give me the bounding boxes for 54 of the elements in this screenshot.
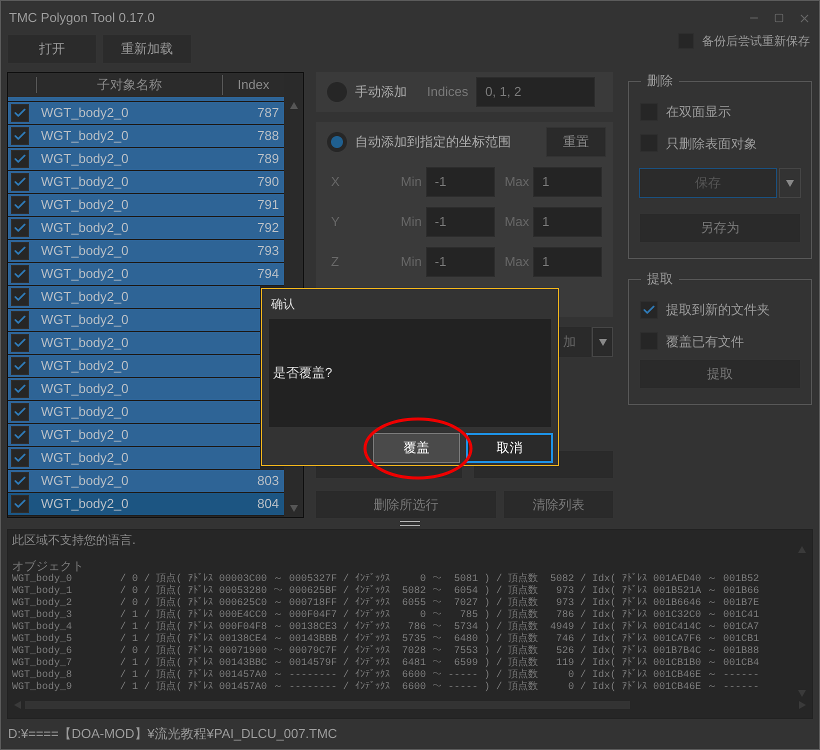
table-cell-text: WGT_body2_0 [41,173,128,192]
table-cell-text: WGT_body2_0 [41,495,128,514]
table-cell-text: 790 [257,173,279,192]
table-cell-text: WGT_body2_0 [41,311,128,330]
table-cell-text: 793 [257,242,279,260]
table-cell-text: 788 [257,127,279,146]
checkbox-label: 覆盖已有文件 [666,332,744,350]
group-title: 删除 [641,73,679,89]
table-cell-text: WGT_body2_0 [41,150,128,168]
table-cell-text: WGT_body2_0 [41,288,128,306]
radio-label: 自动添加到指定的坐标范围 [355,133,511,152]
table-cell-text: 804 [257,495,279,514]
log-line: WGT_body_4 / 1 / 頂点( ｱﾄﾞﾚｽ 000F04F8 ～ 00138CE3 / ｲﾝﾃﾞｯｸｽ 786 ～ 5734 ) / 頂点数 4949 / Idx( ｱﾄﾞﾚｽ 001C414C ～ 001CA7 [12,622,760,633]
dialog-title: 确认 [271,296,295,313]
checkbox-label: 备份后尝试重新保存 [702,33,810,50]
checkbox-label: 只删除表面对象 [666,134,757,152]
log-line: WGT_body_9 / 1 / 頂点( ｱﾄﾞﾚｽ 001457A0 ～ -------- / ｲﾝﾃﾞｯｸｽ 6600 ～ ----- ) / 頂点数 0 / Idx( ｱﾄﾞﾚｽ 001CB46E ～ ------ [12,682,760,694]
checkbox-label: 在双面显示 [666,103,731,121]
table-cell-text: 787 [257,104,279,122]
table-cell-text: WGT_body2_0 [41,127,128,146]
table-cell-text: 792 [257,219,279,238]
window-title: TMC Polygon Tool 0.17.0 [9,9,155,28]
table-cell-text: 791 [257,196,279,214]
table-cell-text: WGT_body2_0 [41,334,128,352]
table-cell-text: WGT_body2_0 [41,449,128,468]
table-cell-text: WGT_body2_0 [41,426,128,444]
log-line: WGT_body_0 / 0 / 頂点( ｱﾄﾞﾚｽ 00003C00 ～ 0005327F / ｲﾝﾃﾞｯｸｽ 0 ～ 5081 ) / 頂点数 5082 / Idx( ｱﾄﾞﾚｽ 001AED40 ～ 001B52 [12,574,760,585]
table-cell-text: 803 [257,472,279,490]
table-cell-text: WGT_body2_0 [41,380,128,398]
log-line: WGT_body_5 / 1 / 頂点( ｱﾄﾞﾚｽ 00138CE4 ～ 00143BBB / ｲﾝﾃﾞｯｸｽ 5735 ～ 6480 ) / 頂点数 746 / Idx( ｱﾄﾞﾚｽ 001CA7F6 ～ 001CB1 [12,634,760,645]
log-line: WGT_body_1 / 0 / 頂点( ｱﾄﾞﾚｽ 00053280 ～ 000625BF / ｲﾝﾃﾞｯｸｽ 5082 ～ 6054 ) / 頂点数 973 / Idx( ｱﾄﾞﾚｽ 001B521A ～ 001B66 [12,586,760,597]
status-text: D:¥====【DOA-MOD】¥流光教程¥PAI_DLCU_007.TMC [8,725,338,744]
log-line: WGT_body_7 / 1 / 頂点( ｱﾄﾞﾚｽ 00143BBC ～ 0014579F / ｲﾝﾃﾞｯｸｽ 6481 ～ 6599 ) / 頂点数 119 / Idx( ｱﾄﾞﾚｽ 001CB1B0 ～ 001CB4 [12,658,760,669]
dialog-message: 是否覆盖? [273,364,332,382]
checkbox-label: 提取到新的文件夹 [666,301,770,319]
log-line: WGT_body_3 / 1 / 頂点( ｱﾄﾞﾚｽ 000E4CC0 ～ 000F04F7 / ｲﾝﾃﾞｯｸｽ 0 ～ 785 ) / 頂点数 786 / Idx( ｱﾄﾞﾚｽ 001C32C0 ～ 001C41 [12,610,760,621]
table-cell-text: WGT_body2_0 [41,403,128,422]
table-cell-text: 794 [257,265,279,284]
table-cell-text: WGT_body2_0 [41,242,128,260]
log-line: 此区域不支持您的语言. [12,532,136,548]
table-cell-text: 789 [257,150,279,168]
table-cell-text: WGT_body2_0 [41,104,128,122]
field-label: Indices [427,83,468,102]
table-cell-text: WGT_body2_0 [41,357,128,376]
table-cell-text: WGT_body2_0 [41,265,128,284]
log-line: WGT_body_6 / 0 / 頂点( ｱﾄﾞﾚｽ 00071900 ～ 00079C7F / ｲﾝﾃﾞｯｸｽ 7028 ～ 7553 ) / 頂点数 526 / Idx( ｱﾄﾞﾚｽ 001B7B4C ～ 001B88 [12,646,760,657]
group-title: 提取 [641,271,679,287]
table-cell-text: WGT_body2_0 [41,196,128,214]
log-line: オブジェクト [12,558,84,574]
log-line: WGT_body_8 / 1 / 頂点( ｱﾄﾞﾚｽ 001457A0 ～ -------- / ｲﾝﾃﾞｯｸｽ 6600 ～ ----- ) / 頂点数 0 / Idx( ｱﾄﾞﾚｽ 001CB46E ～ ------ [12,670,760,681]
table-cell-text: WGT_body2_0 [41,219,128,238]
radio-label: 手动添加 [355,83,407,102]
log-line: WGT_body_2 / 0 / 頂点( ｱﾄﾞﾚｽ 000625C0 ～ 000718FF / ｲﾝﾃﾞｯｸｽ 6055 ～ 7027 ) / 頂点数 973 / Idx( ｱﾄﾞﾚｽ 001B6646 ～ 001B7E [12,598,760,609]
table-cell-text: WGT_body2_0 [41,472,128,490]
